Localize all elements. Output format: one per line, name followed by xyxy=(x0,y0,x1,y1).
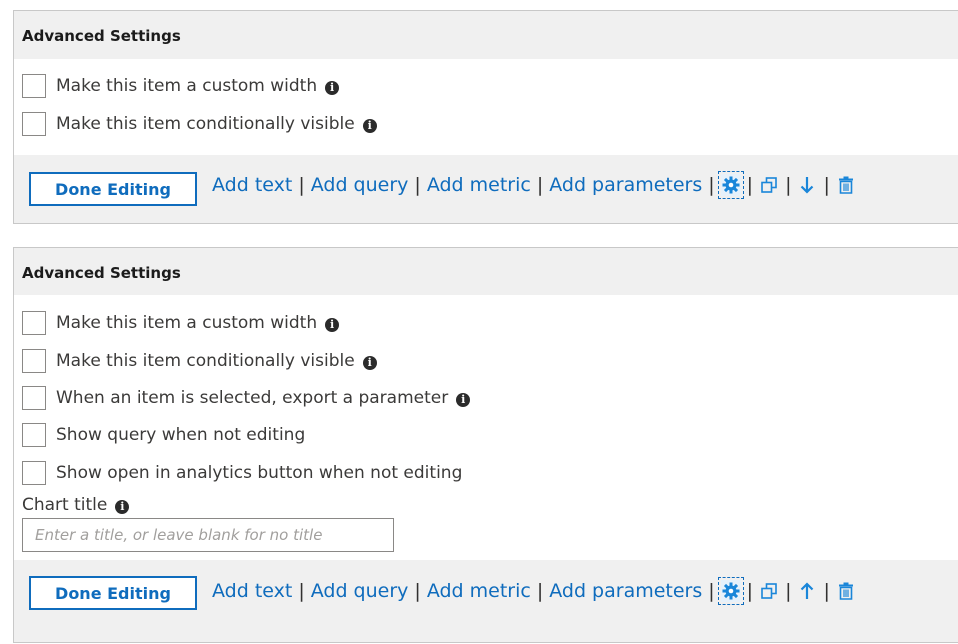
add-query-link[interactable]: Add query xyxy=(311,174,409,196)
option-show-analytics-button: Show open in analytics button when not e… xyxy=(22,460,462,486)
option-custom-width: Make this item a custom width i xyxy=(22,310,340,336)
add-text-link[interactable]: Add text xyxy=(212,174,292,196)
chart-title-input[interactable] xyxy=(22,518,394,552)
done-editing-button[interactable]: Done Editing xyxy=(29,576,197,610)
conditionally-visible-label: Make this item conditionally visible xyxy=(56,114,355,134)
advanced-settings-header: Advanced Settings xyxy=(14,11,958,59)
option-show-query: Show query when not editing xyxy=(22,422,305,448)
separator: | xyxy=(823,174,830,196)
info-icon[interactable]: i xyxy=(362,355,377,370)
separator: | xyxy=(785,174,792,196)
toolbar-actions: Add text | Add query | Add metric | Add … xyxy=(212,171,856,199)
info-icon[interactable]: i xyxy=(115,499,130,514)
delete-icon[interactable] xyxy=(836,580,856,602)
clone-icon[interactable] xyxy=(759,580,779,602)
custom-width-label: Make this item a custom width xyxy=(56,313,318,333)
advanced-settings-title: Advanced Settings xyxy=(22,27,181,45)
add-metric-link[interactable]: Add metric xyxy=(427,580,531,602)
separator: | xyxy=(746,174,754,196)
done-editing-button[interactable]: Done Editing xyxy=(29,172,197,206)
option-conditionally-visible: Make this item conditionally visible i xyxy=(22,111,377,137)
add-parameters-link[interactable]: Add parameters xyxy=(549,174,702,196)
separator: | xyxy=(708,174,715,196)
info-icon[interactable]: i xyxy=(325,80,340,95)
chart-title-label-row: Chart title i xyxy=(22,495,130,515)
chart-title-label: Chart title xyxy=(22,495,108,515)
custom-width-label: Make this item a custom width xyxy=(56,76,318,96)
separator: | xyxy=(298,580,305,602)
show-query-checkbox[interactable] xyxy=(22,423,46,447)
add-query-link[interactable]: Add query xyxy=(311,580,409,602)
clone-icon[interactable] xyxy=(759,174,779,196)
conditionally-visible-checkbox[interactable] xyxy=(22,112,46,136)
show-analytics-button-checkbox[interactable] xyxy=(22,461,46,485)
custom-width-checkbox[interactable] xyxy=(22,74,46,98)
info-icon[interactable]: i xyxy=(362,118,377,133)
move-up-icon[interactable] xyxy=(797,580,817,602)
separator: | xyxy=(823,580,830,602)
separator: | xyxy=(708,580,715,602)
add-text-link[interactable]: Add text xyxy=(212,580,292,602)
export-parameter-checkbox[interactable] xyxy=(22,386,46,410)
info-icon[interactable]: i xyxy=(456,392,471,407)
option-custom-width: Make this item a custom width i xyxy=(22,73,340,99)
add-metric-link[interactable]: Add metric xyxy=(427,174,531,196)
settings-icon[interactable] xyxy=(717,577,744,605)
conditionally-visible-checkbox[interactable] xyxy=(22,349,46,373)
advanced-settings-panel-1: Advanced Settings Make this item a custo… xyxy=(13,10,958,224)
advanced-settings-panel-2: Advanced Settings Make this item a custo… xyxy=(13,247,958,643)
edit-toolbar: Done Editing Add text | Add query | Add … xyxy=(14,560,958,642)
settings-icon[interactable] xyxy=(717,171,744,199)
separator: | xyxy=(536,174,544,196)
toolbar-actions: Add text | Add query | Add metric | Add … xyxy=(212,577,856,605)
conditionally-visible-label: Make this item conditionally visible xyxy=(56,351,355,371)
separator: | xyxy=(746,580,754,602)
separator: | xyxy=(414,580,421,602)
export-parameter-label: When an item is selected, export a param… xyxy=(56,388,449,408)
edit-toolbar: Done Editing Add text | Add query | Add … xyxy=(14,155,958,223)
custom-width-checkbox[interactable] xyxy=(22,311,46,335)
info-icon[interactable]: i xyxy=(325,317,340,332)
separator: | xyxy=(536,580,544,602)
separator: | xyxy=(785,580,792,602)
option-conditionally-visible: Make this item conditionally visible i xyxy=(22,348,377,374)
advanced-settings-header: Advanced Settings xyxy=(14,248,958,295)
delete-icon[interactable] xyxy=(836,174,856,196)
option-export-parameter: When an item is selected, export a param… xyxy=(22,385,471,411)
separator: | xyxy=(298,174,305,196)
separator: | xyxy=(414,174,421,196)
move-down-icon[interactable] xyxy=(797,174,817,196)
show-analytics-button-label: Show open in analytics button when not e… xyxy=(56,463,463,483)
advanced-settings-title: Advanced Settings xyxy=(22,264,181,282)
show-query-label: Show query when not editing xyxy=(56,425,306,445)
add-parameters-link[interactable]: Add parameters xyxy=(549,580,702,602)
